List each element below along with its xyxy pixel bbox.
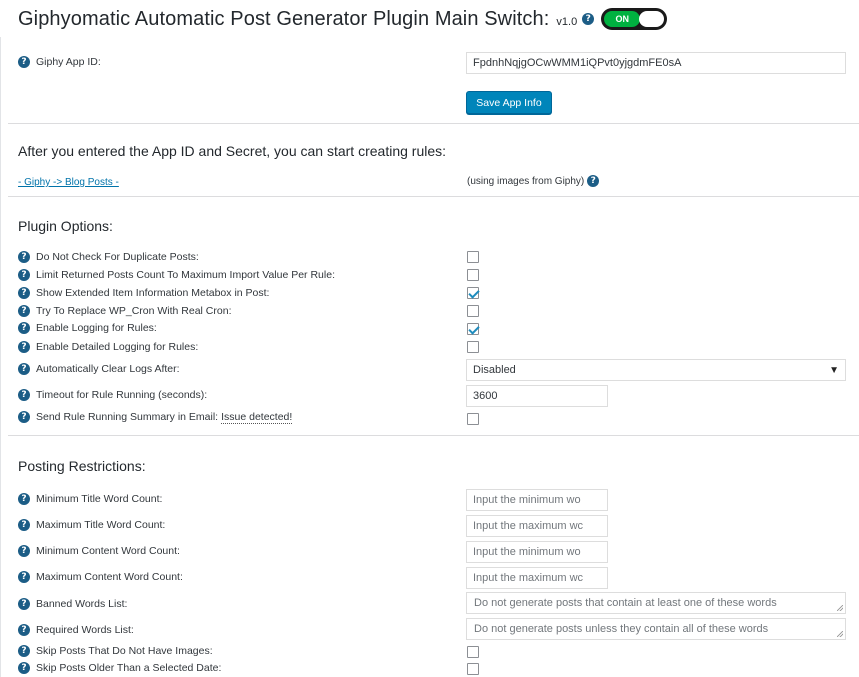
replace-wp-cron-checkbox[interactable] — [467, 305, 479, 317]
email-summary-checkbox[interactable] — [467, 413, 479, 425]
resize-grip-icon[interactable] — [837, 631, 843, 637]
skip-no-images-checkbox[interactable] — [467, 646, 479, 658]
help-icon[interactable]: ? — [18, 545, 30, 557]
page-title: Giphyomatic Automatic Post Generator Plu… — [18, 7, 550, 30]
posting-restrictions-title: Posting Restrictions: — [18, 458, 146, 474]
help-icon[interactable]: ? — [18, 624, 30, 636]
restriction-row: ? Required Words List: — [18, 623, 134, 637]
detailed-logging-checkbox[interactable] — [467, 341, 479, 353]
option-row: ? Automatically Clear Logs After: — [18, 362, 180, 376]
restriction-row: ? Skip Posts Older Than a Selected Date: — [18, 661, 221, 675]
toggle-on-label: ON — [604, 11, 641, 27]
restriction-row: ? Minimum Content Word Count: — [18, 544, 180, 558]
limit-returned-posts-checkbox[interactable] — [467, 269, 479, 281]
plugin-options-title: Plugin Options: — [18, 218, 113, 234]
help-icon[interactable]: ? — [18, 519, 30, 531]
panel-border — [0, 37, 1, 677]
option-label: Do Not Check For Duplicate Posts: — [36, 251, 199, 263]
option-label: Enable Detailed Logging for Rules: — [36, 341, 199, 353]
banned-words-placeholder: Do not generate posts that contain at le… — [474, 597, 777, 609]
version-label: v1.0 — [556, 16, 578, 28]
option-row: ? Do Not Check For Duplicate Posts: — [18, 250, 199, 264]
help-icon[interactable]: ? — [18, 493, 30, 505]
timeout-input[interactable]: 3600 — [466, 385, 608, 407]
no-duplicate-check-checkbox[interactable] — [467, 251, 479, 263]
help-icon[interactable]: ? — [18, 56, 30, 68]
restriction-row: ? Minimum Title Word Count: — [18, 492, 162, 506]
help-icon[interactable]: ? — [18, 389, 30, 401]
help-icon[interactable]: ? — [18, 411, 30, 423]
restriction-row: ? Banned Words List: — [18, 597, 127, 611]
app-id-input[interactable]: FpdnhNqjgOCwWMM1iQPvt0yjgdmFE0sA — [466, 52, 846, 74]
option-row: ? Limit Returned Posts Count To Maximum … — [18, 268, 335, 282]
restriction-label: Required Words List: — [36, 624, 134, 636]
restriction-label: Minimum Title Word Count: — [36, 493, 163, 505]
help-icon[interactable]: ? — [18, 305, 30, 317]
option-label: Automatically Clear Logs After: — [36, 363, 180, 375]
restriction-label: Skip Posts Older Than a Selected Date: — [36, 662, 222, 674]
option-label: Send Rule Running Summary in Email: — [36, 411, 219, 423]
banned-words-textarea[interactable]: Do not generate posts that contain at le… — [466, 592, 846, 614]
giphy-blog-posts-link[interactable]: - Giphy -> Blog Posts - — [18, 177, 119, 188]
option-row: ? Show Extended Item Information Metabox… — [18, 286, 269, 300]
option-label: Timeout for Rule Running (seconds): — [36, 389, 208, 401]
help-icon[interactable]: ? — [18, 662, 30, 674]
option-row: ? Enable Detailed Logging for Rules: — [18, 340, 198, 354]
restriction-label: Maximum Title Word Count: — [36, 519, 166, 531]
option-label: Show Extended Item Information Metabox i… — [36, 287, 270, 299]
rules-section-title: After you entered the App ID and Secret,… — [18, 143, 447, 159]
help-icon[interactable]: ? — [587, 175, 600, 187]
skip-older-posts-checkbox[interactable] — [467, 663, 479, 675]
resize-grip-icon[interactable] — [837, 605, 843, 611]
main-switch-toggle[interactable]: ON — [601, 8, 668, 30]
restriction-label: Minimum Content Word Count: — [36, 545, 180, 557]
help-icon[interactable]: ? — [18, 363, 30, 375]
min-title-word-count-input[interactable]: Input the minimum wo — [466, 489, 608, 511]
save-app-info-button[interactable]: Save App Info — [466, 91, 552, 114]
issue-detected-link[interactable]: Issue detected! — [221, 411, 293, 424]
main-switch-header: Giphyomatic Automatic Post Generator Plu… — [18, 6, 668, 32]
option-row: ? Enable Logging for Rules: — [18, 321, 157, 335]
restriction-row: ? Maximum Title Word Count: — [18, 518, 165, 532]
required-words-textarea[interactable]: Do not generate posts unless they contai… — [466, 618, 846, 640]
restriction-label: Skip Posts That Do Not Have Images: — [36, 645, 213, 657]
help-icon[interactable]: ? — [18, 598, 30, 610]
app-id-label: Giphy App ID: — [36, 56, 101, 68]
option-label: Limit Returned Posts Count To Maximum Im… — [36, 269, 335, 281]
option-row: ? Timeout for Rule Running (seconds): — [18, 388, 207, 402]
required-words-placeholder: Do not generate posts unless they contai… — [474, 623, 769, 635]
option-row: ? Send Rule Running Summary in Email: Is… — [18, 410, 293, 424]
toggle-knob — [639, 11, 665, 27]
restriction-row: ? Maximum Content Word Count: — [18, 570, 183, 584]
option-row: ? Try To Replace WP_Cron With Real Cron: — [18, 304, 231, 318]
help-icon[interactable]: ? — [582, 13, 595, 25]
help-icon[interactable]: ? — [18, 269, 30, 281]
help-icon[interactable]: ? — [18, 322, 30, 334]
divider — [8, 435, 859, 436]
restriction-label: Maximum Content Word Count: — [36, 571, 183, 583]
help-icon[interactable]: ? — [18, 571, 30, 583]
clear-logs-value: Disabled — [473, 364, 516, 376]
help-icon[interactable]: ? — [18, 645, 30, 657]
option-label: Enable Logging for Rules: — [36, 322, 157, 334]
caret-down-icon: ▼ — [829, 364, 839, 376]
min-content-word-count-input[interactable]: Input the minimum wo — [466, 541, 608, 563]
option-label: Try To Replace WP_Cron With Real Cron: — [36, 305, 232, 317]
giphy-blog-posts-link-wrap: - Giphy -> Blog Posts - — [18, 176, 119, 188]
app-id-row: ? Giphy App ID: — [18, 55, 101, 69]
help-icon[interactable]: ? — [18, 341, 30, 353]
max-content-word-count-input[interactable]: Input the maximum wc — [466, 567, 608, 589]
restriction-label: Banned Words List: — [36, 598, 128, 610]
giphy-link-desc-text: (using images from Giphy) — [467, 175, 585, 187]
clear-logs-select[interactable]: Disabled ▼ — [466, 359, 846, 381]
help-icon[interactable]: ? — [18, 251, 30, 263]
extended-metabox-checkbox[interactable] — [467, 287, 479, 299]
divider — [8, 123, 859, 124]
max-title-word-count-input[interactable]: Input the maximum wc — [466, 515, 608, 537]
restriction-row: ? Skip Posts That Do Not Have Images: — [18, 644, 213, 658]
help-icon[interactable]: ? — [18, 287, 30, 299]
divider — [8, 196, 859, 197]
enable-logging-checkbox[interactable] — [467, 323, 479, 335]
giphy-link-description: (using images from Giphy) ? — [467, 175, 600, 187]
